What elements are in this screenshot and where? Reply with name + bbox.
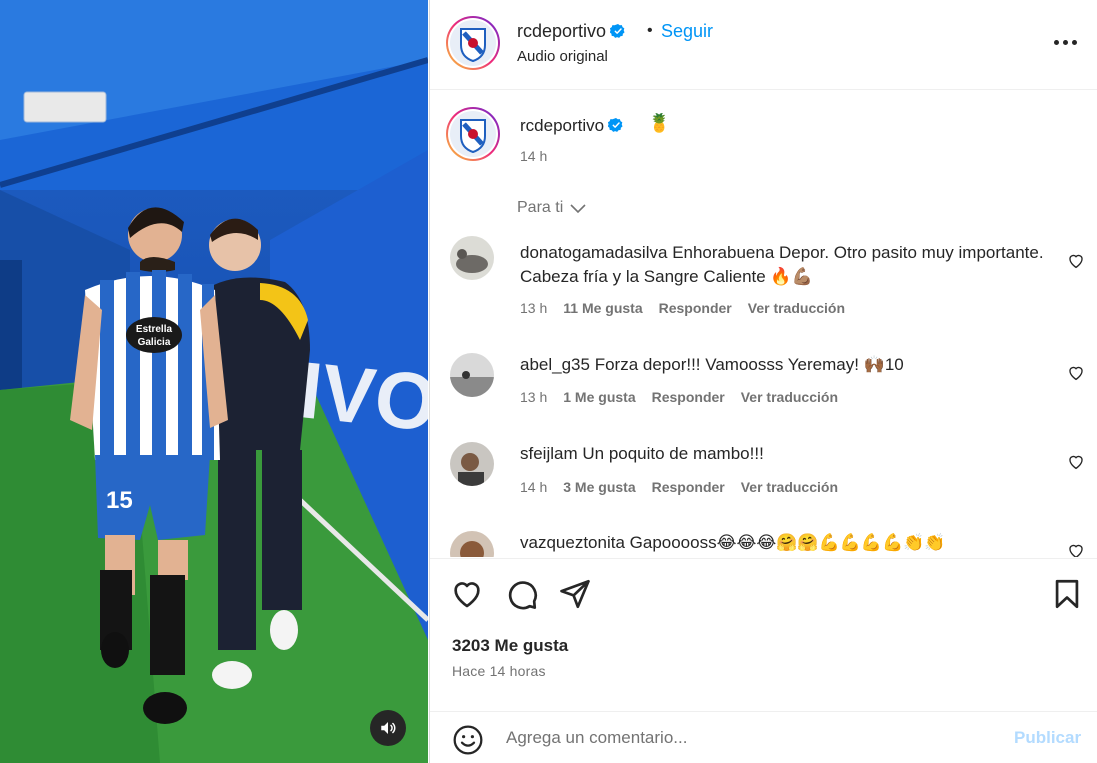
comment-likes[interactable]: 11 Me gusta: [563, 300, 642, 316]
comment-time[interactable]: 14 h: [520, 479, 547, 495]
comment-likes[interactable]: 1 Me gusta: [563, 389, 635, 405]
commenter-avatar[interactable]: [450, 531, 494, 557]
reply-button[interactable]: Responder: [652, 389, 725, 405]
comment-sort-dropdown[interactable]: Para ti: [517, 199, 587, 217]
comment-meta: 13 h 11 Me gusta Responder Ver traducció…: [520, 300, 845, 316]
reply-button[interactable]: Responder: [659, 300, 732, 316]
add-comment-bar: Publicar: [430, 711, 1097, 763]
comment-text: Gapooooss😂😂😂🤗🤗💪💪💪💪👏👏: [629, 533, 946, 552]
caption-username[interactable]: rcdeportivo: [520, 116, 624, 136]
post-details-panel: rcdeportivo • Seguir Audio original rcde…: [429, 0, 1097, 763]
like-heart-icon[interactable]: [450, 577, 484, 611]
post-likes-count[interactable]: 3203 Me gusta: [452, 636, 568, 656]
audio-link[interactable]: Audio original: [517, 48, 608, 65]
commenter-username[interactable]: abel_g35: [520, 355, 590, 374]
reply-button[interactable]: Responder: [652, 479, 725, 495]
comments-section[interactable]: rcdeportivo 🍍 14 h Para ti donatogamadas…: [430, 91, 1097, 557]
shirt-sponsor-line-2: Galicia: [138, 337, 171, 348]
shirt-sponsor-line-1: Estrella: [136, 324, 173, 335]
commenter-username[interactable]: vazqueztonita: [520, 533, 625, 552]
comment-sort-label: Para ti: [517, 199, 564, 216]
comment-meta: 14 h 3 Me gusta Responder Ver traducción: [520, 479, 838, 495]
shorts-number: 15: [106, 487, 133, 514]
comment-text: Un poquito de mambo!!!: [582, 444, 764, 463]
comment-input[interactable]: [506, 722, 986, 754]
translate-button[interactable]: Ver traducción: [741, 389, 838, 405]
comment-text: Forza depor!!! Vamoosss Yeremay! 🙌🏾10: [594, 355, 904, 374]
verified-badge-icon: [610, 24, 625, 38]
post-media[interactable]: IVO Estrella Galicia 15: [0, 0, 428, 763]
translate-button[interactable]: Ver traducción: [741, 479, 838, 495]
header-separator: •: [647, 22, 653, 39]
post-timestamp[interactable]: Hace 14 horas: [452, 663, 546, 679]
comment-time[interactable]: 13 h: [520, 300, 547, 316]
video-frame: IVO Estrella Galicia 15: [0, 0, 428, 763]
comment-like-heart-icon[interactable]: [1067, 542, 1085, 557]
more-options-icon[interactable]: [1054, 32, 1082, 52]
author-avatar[interactable]: [446, 16, 500, 70]
commenter-avatar[interactable]: [450, 353, 494, 397]
commenter-avatar[interactable]: [450, 442, 494, 486]
caption-text: 🍍: [648, 113, 671, 133]
commenter-username[interactable]: sfeijlam: [520, 444, 578, 463]
commenter-username[interactable]: donatogamadasilva: [520, 243, 667, 262]
caption-author-avatar[interactable]: [446, 107, 500, 161]
comment-time[interactable]: 13 h: [520, 389, 547, 405]
comment-likes[interactable]: 3 Me gusta: [563, 479, 635, 495]
chevron-down-icon: [570, 204, 586, 214]
comment-bubble-icon[interactable]: [505, 577, 539, 611]
commenter-avatar[interactable]: [450, 236, 494, 280]
speaker-icon: [381, 722, 396, 734]
comment-like-heart-icon[interactable]: [1067, 252, 1085, 270]
emoji-picker-icon[interactable]: [452, 724, 484, 756]
wall-lettering: IVO: [295, 345, 428, 448]
post-header: rcdeportivo • Seguir Audio original: [430, 0, 1097, 90]
publish-button[interactable]: Publicar: [1014, 728, 1081, 748]
caption-timestamp[interactable]: 14 h: [520, 148, 547, 164]
comment-like-heart-icon[interactable]: [1067, 364, 1085, 382]
save-bookmark-icon[interactable]: [1050, 577, 1084, 611]
share-send-icon[interactable]: [558, 577, 592, 611]
follow-button[interactable]: Seguir: [661, 21, 713, 42]
club-crest-icon: [460, 28, 486, 63]
post-actions: 3203 Me gusta Hace 14 horas Publicar: [430, 558, 1097, 763]
audio-toggle-button[interactable]: [370, 710, 406, 746]
verified-badge-icon: [608, 118, 623, 132]
comment-meta: 13 h 1 Me gusta Responder Ver traducción: [520, 389, 838, 405]
club-crest-icon: [460, 119, 486, 154]
author-username[interactable]: rcdeportivo: [517, 21, 626, 42]
comment-like-heart-icon[interactable]: [1067, 453, 1085, 471]
translate-button[interactable]: Ver traducción: [748, 300, 845, 316]
